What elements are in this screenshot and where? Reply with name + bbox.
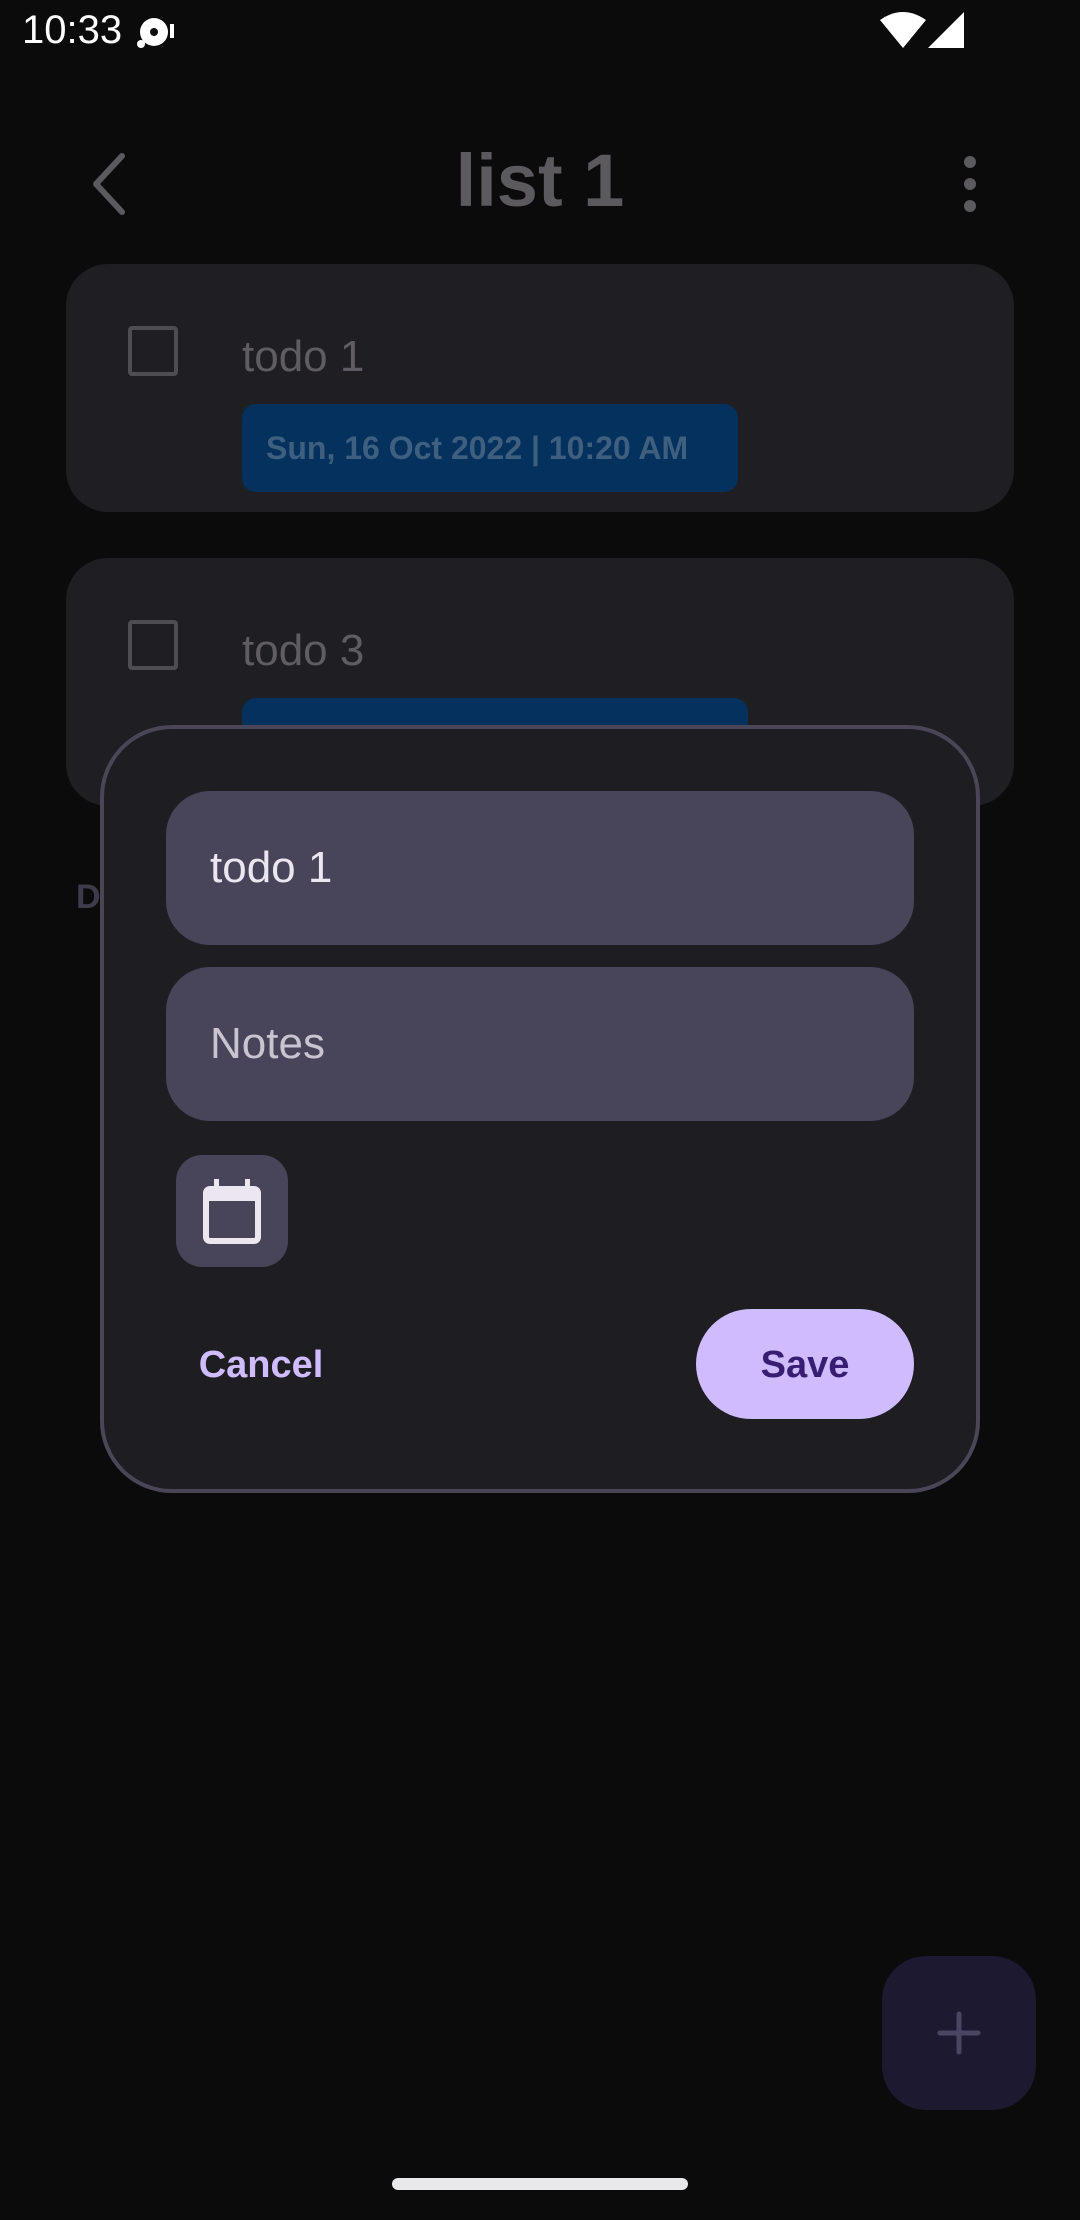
calendar-icon bbox=[203, 1179, 261, 1244]
cancel-button[interactable]: Cancel bbox=[176, 1309, 346, 1419]
gesture-navigation-bar[interactable] bbox=[392, 2178, 688, 2190]
more-vert-icon bbox=[964, 156, 976, 212]
title-field[interactable] bbox=[166, 791, 914, 945]
notes-field[interactable] bbox=[166, 967, 914, 1121]
todo-card[interactable]: todo 1 Sun, 16 Oct 2022 | 10:20 AM bbox=[66, 264, 1014, 512]
notes-input[interactable] bbox=[210, 967, 870, 1121]
section-header: D bbox=[76, 878, 101, 916]
wifi-icon bbox=[880, 12, 926, 55]
top-app-bar: list 1 bbox=[0, 120, 1080, 240]
todo-title: todo 1 bbox=[242, 332, 365, 381]
status-time: 10:33 bbox=[22, 8, 123, 52]
title-input[interactable] bbox=[210, 791, 870, 945]
todo-date-chip[interactable]: Sun, 16 Oct 2022 | 10:20 AM bbox=[242, 404, 738, 492]
cell-signal-icon bbox=[928, 12, 964, 55]
todo-title: todo 3 bbox=[242, 626, 365, 675]
media-notification-icon bbox=[136, 14, 176, 55]
status-bar: 10:33 bbox=[0, 0, 1080, 66]
page-title: list 1 bbox=[455, 139, 625, 222]
todo-checkbox[interactable] bbox=[128, 326, 178, 376]
add-todo-fab[interactable] bbox=[882, 1956, 1036, 2110]
add-icon bbox=[937, 2011, 981, 2055]
more-options-button[interactable] bbox=[930, 144, 1010, 224]
todo-checkbox[interactable] bbox=[128, 620, 178, 670]
date-picker-button[interactable] bbox=[176, 1155, 288, 1267]
save-button[interactable]: Save bbox=[696, 1309, 914, 1419]
edit-todo-dialog: Cancel Save bbox=[100, 725, 980, 1493]
